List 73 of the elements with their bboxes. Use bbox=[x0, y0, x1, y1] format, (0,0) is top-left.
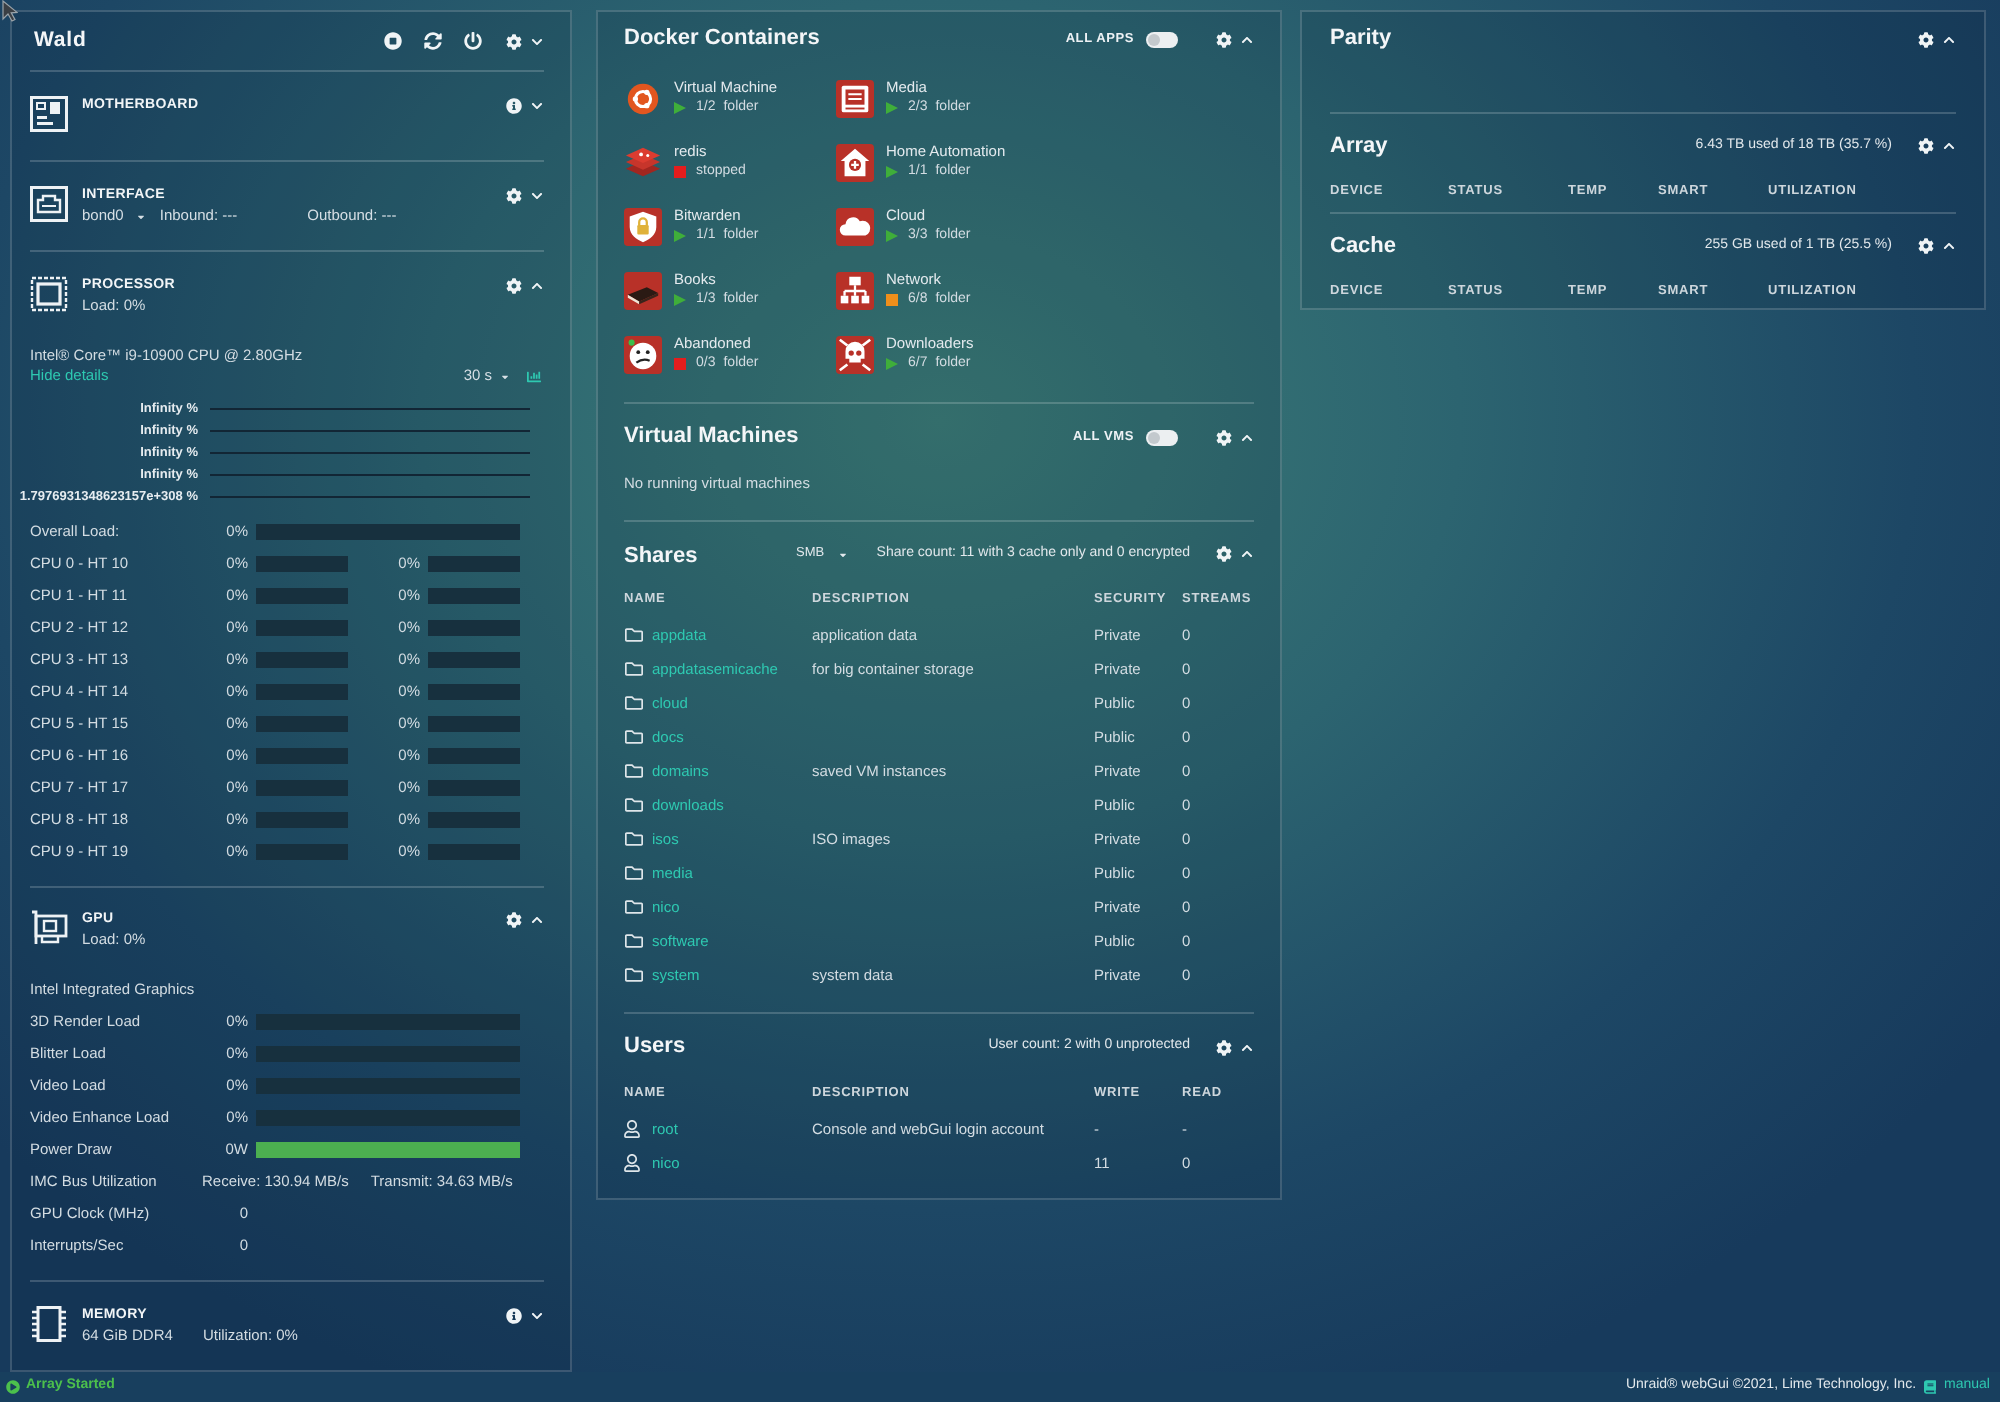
settings-icon[interactable] bbox=[1918, 138, 1934, 154]
all-apps-toggle[interactable] bbox=[1146, 31, 1178, 47]
chevron-up-icon[interactable] bbox=[1942, 33, 1956, 45]
settings-icon[interactable] bbox=[506, 188, 522, 204]
panel-title: Docker Containers bbox=[624, 24, 820, 55]
chevron-up-icon[interactable] bbox=[530, 280, 544, 292]
chevron-down-icon[interactable] bbox=[530, 190, 544, 202]
book-icon bbox=[1924, 1380, 1937, 1394]
user-icon bbox=[624, 1154, 640, 1172]
chevron-up-icon[interactable] bbox=[1942, 240, 1956, 252]
caret-icon bbox=[838, 549, 849, 559]
folder-icon bbox=[624, 966, 644, 984]
settings-icon[interactable] bbox=[506, 278, 522, 294]
bar-chart-icon[interactable] bbox=[526, 369, 542, 383]
memory-chip-icon bbox=[30, 1306, 68, 1342]
folder-icon bbox=[624, 796, 644, 814]
network-icon bbox=[836, 271, 874, 309]
settings-icon[interactable] bbox=[506, 912, 522, 928]
info-icon[interactable] bbox=[506, 98, 522, 114]
folder-icon bbox=[624, 660, 644, 678]
panel-title: Cache bbox=[1330, 231, 1397, 262]
chevron-up-icon[interactable] bbox=[1240, 548, 1254, 560]
panel-title: Array bbox=[1330, 131, 1388, 162]
settings-icon[interactable] bbox=[1918, 31, 1934, 47]
folder-icon bbox=[624, 626, 644, 644]
settings-icon[interactable] bbox=[1216, 31, 1232, 47]
graphics-card-icon bbox=[30, 910, 68, 946]
refresh-icon[interactable] bbox=[424, 32, 442, 50]
folder-icon bbox=[624, 864, 644, 882]
all-vms-toggle[interactable] bbox=[1146, 429, 1178, 445]
panel-title: Shares bbox=[624, 544, 698, 568]
folder-icon bbox=[624, 728, 644, 746]
settings-icon[interactable] bbox=[506, 33, 522, 49]
chevron-down-icon[interactable] bbox=[530, 100, 544, 112]
info-icon[interactable] bbox=[506, 1308, 522, 1324]
motherboard-icon bbox=[30, 96, 68, 132]
panel-title: Users bbox=[624, 1032, 686, 1063]
skull-icon bbox=[836, 335, 874, 373]
mouse-pointer-icon bbox=[2, 0, 18, 22]
chevron-down-icon[interactable] bbox=[530, 1310, 544, 1322]
chevron-down-icon[interactable] bbox=[530, 35, 544, 47]
cloud-icon bbox=[836, 207, 874, 245]
book-icon bbox=[624, 271, 662, 309]
settings-icon[interactable] bbox=[1918, 238, 1934, 254]
settings-icon[interactable] bbox=[1216, 429, 1232, 445]
settings-icon[interactable] bbox=[1216, 546, 1232, 562]
folder-icon bbox=[624, 932, 644, 950]
chevron-up-icon[interactable] bbox=[1240, 1041, 1254, 1053]
chevron-up-icon[interactable] bbox=[1942, 140, 1956, 152]
power-icon[interactable] bbox=[464, 32, 482, 50]
settings-icon[interactable] bbox=[1216, 1039, 1232, 1055]
server-name: Wald bbox=[34, 25, 87, 56]
stacked-layers-icon bbox=[624, 143, 662, 181]
chevron-up-icon[interactable] bbox=[530, 914, 544, 926]
panel-title: Parity bbox=[1330, 24, 1392, 55]
ethernet-port-icon bbox=[30, 186, 68, 222]
panel-title: Virtual Machines bbox=[624, 422, 799, 453]
folder-icon bbox=[624, 694, 644, 712]
user-icon bbox=[624, 1120, 640, 1138]
circle-logo-icon bbox=[624, 79, 662, 117]
folder-icon bbox=[624, 898, 644, 916]
caret-icon bbox=[500, 371, 510, 381]
caret-icon bbox=[135, 211, 146, 221]
shield-lock-icon bbox=[624, 207, 662, 245]
folder-icon bbox=[624, 762, 644, 780]
chevron-up-icon[interactable] bbox=[1240, 431, 1254, 443]
cpu-chip-icon bbox=[30, 276, 68, 312]
house-icon bbox=[836, 143, 874, 181]
folder-icon bbox=[624, 830, 644, 848]
document-tile-icon bbox=[836, 79, 874, 117]
chevron-up-icon[interactable] bbox=[1240, 33, 1254, 45]
stop-icon[interactable] bbox=[384, 32, 402, 50]
face-icon bbox=[624, 335, 662, 373]
